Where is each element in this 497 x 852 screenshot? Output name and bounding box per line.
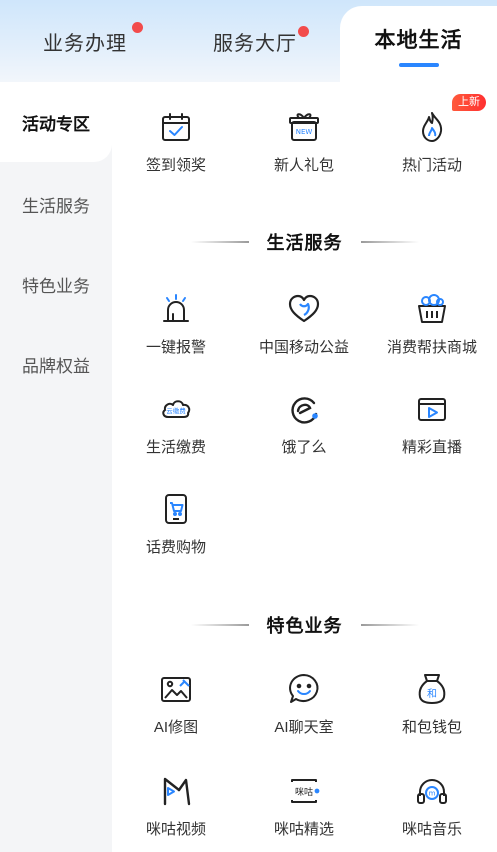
tab-business[interactable]: 业务办理 (0, 0, 170, 82)
grid-item-label: AI修图 (153, 719, 199, 736)
migu-video-icon (159, 774, 193, 808)
new-badge: 上新 (452, 94, 486, 111)
grid-item-migu-select[interactable]: 咪咕 咪咕精选 (240, 774, 368, 839)
sidebar-item-brand-rights[interactable]: 品牌权益 (0, 324, 112, 404)
grid-item-live-stream[interactable]: 精彩直播 (368, 392, 496, 457)
notification-dot (132, 22, 143, 33)
sidebar-item-life-services[interactable]: 生活服务 (0, 164, 112, 244)
grid-item-newbie-gift[interactable]: NEW 新人礼包 (240, 110, 368, 175)
sidebar-item-label: 特色业务 (22, 276, 90, 296)
svg-text:咪咕: 咪咕 (295, 786, 313, 798)
money-bag-icon: 和 (415, 672, 449, 706)
grid-item-label: 精彩直播 (401, 439, 462, 456)
active-tab-indicator (398, 62, 439, 67)
divider (360, 624, 419, 626)
migu-select-icon: 咪咕 (287, 774, 321, 808)
flame-icon (415, 110, 449, 144)
grid-item-ai-photo-edit[interactable]: AI修图 (112, 672, 240, 737)
grid-item-migu-video[interactable]: 咪咕视频 (112, 774, 240, 839)
grid-item-hot-activity[interactable]: 热门活动 (368, 110, 496, 175)
section-header-featured: 特色业务 (112, 610, 497, 640)
notification-dot (298, 26, 309, 37)
tab-label: 本地生活 (374, 28, 463, 52)
sidebar-item-label: 品牌权益 (22, 356, 90, 376)
grid-item-label: 签到领奖 (145, 157, 206, 174)
sidebar-item-label: 活动专区 (22, 114, 90, 134)
shopping-basket-icon (415, 292, 449, 326)
tab-label: 业务办理 (43, 32, 127, 55)
chat-smile-icon (287, 672, 321, 706)
phone-cart-icon (159, 492, 193, 526)
grid-item-cmcc-charity[interactable]: 中国移动公益 (240, 292, 368, 357)
divider (190, 624, 249, 626)
section-title: 生活服务 (266, 233, 343, 253)
headphones-icon: m (415, 774, 449, 808)
grid-item-hebao-wallet[interactable]: 和 和包钱包 (368, 672, 496, 737)
grid-item-label: AI聊天室 (274, 719, 334, 736)
gift-new-icon: NEW (287, 110, 321, 144)
grid-item-label: 一键报警 (145, 339, 206, 356)
eleme-logo-icon (287, 392, 321, 426)
grid-item-phone-shopping[interactable]: 话费购物 (112, 492, 240, 557)
category-sidebar: 活动专区 生活服务 特色业务 品牌权益 (0, 82, 112, 852)
cloud-payment-icon: 云缴费 (159, 392, 193, 426)
grid-item-label: 话费购物 (145, 539, 206, 556)
grid-item-label: 消费帮扶商城 (386, 339, 477, 356)
svg-text:NEW: NEW (296, 128, 313, 136)
grid-item-label: 饿了么 (281, 439, 327, 456)
grid-item-consumer-aid-mall[interactable]: 消费帮扶商城 (368, 292, 496, 357)
sidebar-item-label: 生活服务 (22, 196, 90, 216)
top-tab-bar: 业务办理 服务大厅 本地生活 (0, 0, 497, 82)
svg-text:m: m (429, 790, 436, 798)
section-header-life-services: 生活服务 (112, 227, 497, 257)
grid-item-label: 咪咕精选 (273, 821, 334, 838)
grid-item-eleme[interactable]: 饿了么 (240, 392, 368, 457)
grid-item-checkin[interactable]: 签到领奖 (112, 110, 240, 175)
tab-service-hall[interactable]: 服务大厅 (170, 0, 340, 82)
image-edit-icon (159, 672, 193, 706)
grid-item-migu-music[interactable]: m 咪咕音乐 (368, 774, 496, 839)
divider (190, 241, 249, 243)
svg-text:和: 和 (427, 688, 437, 700)
calendar-check-icon (159, 110, 193, 144)
heart-charity-icon (287, 292, 321, 326)
grid-item-label: 和包钱包 (401, 719, 462, 736)
grid-item-label: 咪咕音乐 (401, 821, 462, 838)
sidebar-item-activity[interactable]: 活动专区 (0, 82, 112, 162)
grid-item-ai-chat-room[interactable]: AI聊天室 (240, 672, 368, 737)
live-video-icon (415, 392, 449, 426)
svg-text:云缴费: 云缴费 (166, 406, 186, 415)
grid-item-utility-payment[interactable]: 云缴费 生活缴费 (112, 392, 240, 457)
grid-item-one-key-alarm[interactable]: 一键报警 (112, 292, 240, 357)
grid-item-label: 生活缴费 (145, 439, 206, 456)
section-title: 特色业务 (266, 616, 343, 636)
grid-item-label: 热门活动 (401, 157, 462, 174)
tab-local-life[interactable]: 本地生活 (340, 6, 497, 82)
grid-item-label: 咪咕视频 (145, 821, 206, 838)
content-panel: 签到领奖 NEW 新人礼包 热门活动 上新 生活服务 一键报警 中国移动公益 消… (112, 82, 497, 852)
sidebar-item-featured[interactable]: 特色业务 (0, 244, 112, 324)
tab-label: 服务大厅 (213, 32, 297, 55)
divider (360, 241, 419, 243)
grid-item-label: 中国移动公益 (258, 339, 349, 356)
grid-item-label: 新人礼包 (273, 157, 334, 174)
alarm-siren-icon (159, 292, 193, 326)
